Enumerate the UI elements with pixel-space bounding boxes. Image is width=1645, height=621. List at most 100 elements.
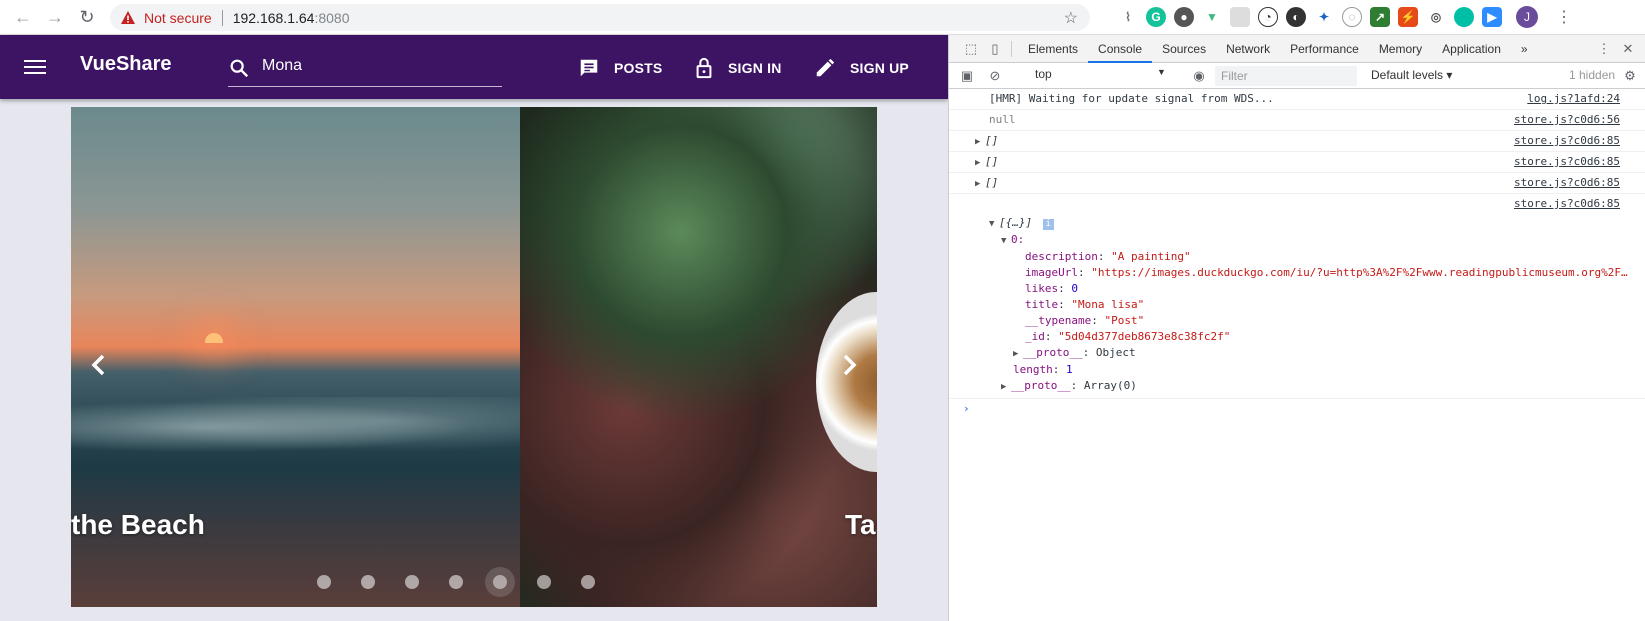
gear-icon[interactable]: ⚙ (1620, 66, 1640, 86)
search-input[interactable] (262, 57, 492, 75)
browser-toolbar: ← → ↻ Not secure 192.168.1.64:8080 ☆ ⌇ G… (0, 0, 1645, 35)
object-index[interactable]: ▼ 0: (949, 232, 1645, 249)
log-levels-dropdown[interactable]: Default levels ▾ (1371, 68, 1452, 82)
grammarly-icon[interactable]: G (1146, 7, 1166, 27)
devtools-menu-icon[interactable]: ⋮ (1594, 39, 1614, 59)
extension-icon[interactable]: ◎ (1426, 7, 1446, 27)
prop-value: 1 (1066, 363, 1073, 376)
console-line[interactable]: ▶[] store.js?c0d6:85 (949, 131, 1645, 152)
carousel-dot[interactable] (361, 575, 375, 589)
carousel-dot[interactable] (581, 575, 595, 589)
source-link[interactable]: log.js?1afd:24 (1527, 89, 1620, 109)
carousel-dot[interactable] (449, 575, 463, 589)
expand-arrow-icon[interactable]: ▶ (975, 174, 985, 194)
carousel-dot-active[interactable] (493, 575, 507, 589)
bookmark-star-icon[interactable]: ☆ (1064, 8, 1078, 28)
prop-value[interactable]: "https://images.duckduckgo.com/iu/?u=htt… (1091, 266, 1627, 279)
forward-icon[interactable]: → (40, 2, 70, 32)
carousel-dot[interactable] (537, 575, 551, 589)
sign-in-link[interactable]: SIGN IN (694, 57, 782, 79)
carousel-dot[interactable] (405, 575, 419, 589)
expand-arrow-icon[interactable]: ▶ (975, 132, 985, 152)
collapse-arrow-icon[interactable]: ▼ (1001, 233, 1011, 249)
app-brand[interactable]: VueShare (80, 53, 172, 76)
info-icon[interactable]: i (1042, 219, 1054, 230)
tab-console[interactable]: Console (1088, 35, 1153, 63)
log-text: [] (985, 155, 999, 168)
zoom-icon[interactable]: ▶ (1482, 7, 1502, 27)
context-selector[interactable]: top (1035, 67, 1165, 81)
extension-icon[interactable]: ✦ (1314, 7, 1334, 27)
expand-arrow-icon[interactable]: ▶ (1013, 346, 1023, 362)
posts-link[interactable]: POSTS (578, 57, 662, 79)
close-icon[interactable]: ✕ (1618, 39, 1638, 59)
vue-devtools-icon[interactable]: ▼ (1202, 7, 1222, 27)
source-link[interactable]: store.js?c0d6:85 (1514, 131, 1620, 151)
source-link[interactable]: store.js?c0d6:85 (1514, 152, 1620, 172)
prop-value: Object (1095, 346, 1136, 359)
extension-icon[interactable]: ◐ (1286, 7, 1306, 27)
device-toolbar-icon[interactable]: ▯ (985, 39, 1005, 59)
source-link[interactable]: store.js?c0d6:85 (1514, 194, 1620, 214)
object-prop: _id: "5d04d377deb8673e8c38fc2f" (1025, 330, 1231, 343)
extension-icon[interactable]: ◔ (1258, 7, 1278, 27)
source-link[interactable]: store.js?c0d6:85 (1514, 173, 1620, 193)
divider (1011, 40, 1012, 57)
menu-icon[interactable] (24, 55, 46, 79)
tab-performance[interactable]: Performance (1280, 35, 1369, 63)
extension-icon[interactable]: ↗ (1370, 7, 1390, 27)
filter-input[interactable]: Filter (1215, 66, 1357, 86)
sign-up-link[interactable]: SIGN UP (814, 57, 909, 79)
app-viewport: VueShare POSTS SIGN IN SIGN UP the Beach… (0, 35, 948, 621)
devtools-panel: ⬚ ▯ Elements Console Sources Network Per… (948, 35, 1645, 621)
tab-application[interactable]: Application (1432, 35, 1511, 63)
carousel-next-button[interactable] (831, 347, 867, 383)
address-bar[interactable]: Not secure 192.168.1.64:8080 ☆ (110, 4, 1090, 31)
log-text: [] (985, 134, 999, 147)
console-prompt[interactable]: › (949, 398, 1645, 420)
reload-icon[interactable]: ↻ (72, 2, 102, 32)
not-secure-label: Not secure (144, 9, 212, 26)
tab-elements[interactable]: Elements (1018, 35, 1088, 63)
expand-arrow-icon[interactable]: ▶ (975, 153, 985, 173)
more-tabs-button[interactable]: » (1511, 35, 1538, 63)
extension-icon[interactable]: ⌇ (1118, 7, 1138, 27)
context-dropdown-icon: ▼ (1157, 67, 1166, 77)
object-header: [{…}] (999, 216, 1033, 229)
tab-sources[interactable]: Sources (1152, 35, 1216, 63)
search-field[interactable] (228, 53, 502, 87)
url-port: :8080 (314, 9, 350, 26)
sidebar-toggle-icon[interactable]: ▣ (957, 66, 977, 86)
console-line: store.js?c0d6:85 (949, 194, 1645, 215)
collapse-arrow-icon[interactable]: ▼ (989, 216, 999, 232)
clear-console-icon[interactable]: ⊘ (985, 66, 1005, 86)
sign-up-label: SIGN UP (850, 60, 909, 76)
console-line[interactable]: ▶[] store.js?c0d6:85 (949, 152, 1645, 173)
carousel-dot[interactable] (317, 575, 331, 589)
back-icon[interactable]: ← (8, 2, 38, 32)
carousel-prev-button[interactable] (81, 347, 117, 383)
extension-icon[interactable] (1230, 7, 1250, 27)
slide-caption-left: the Beach (71, 509, 205, 540)
extension-icon[interactable] (1454, 7, 1474, 27)
prop-key: __typename (1025, 314, 1092, 327)
object-prop: length: 1 (1013, 363, 1073, 376)
object-prop[interactable]: ▶ __proto__: Object (949, 345, 1645, 362)
browser-menu-icon[interactable]: ⋮ (1556, 7, 1572, 27)
prop-value: Array(0) (1083, 379, 1137, 392)
eye-icon[interactable]: ◉ (1189, 66, 1209, 86)
console-line[interactable]: ▶[] store.js?c0d6:85 (949, 173, 1645, 194)
extension-icon[interactable]: ⚡ (1398, 7, 1418, 27)
extensions-bar: ⌇ G ● ▼ ◔ ◐ ✦ ◌ ↗ ⚡ ◎ ▶ J ⋮ (1118, 6, 1572, 28)
expand-arrow-icon[interactable]: ▶ (1001, 379, 1011, 395)
inspect-element-icon[interactable]: ⬚ (961, 39, 981, 59)
tab-memory[interactable]: Memory (1369, 35, 1432, 63)
source-link[interactable]: store.js?c0d6:56 (1514, 110, 1620, 130)
profile-avatar[interactable]: J (1516, 6, 1538, 28)
tab-network[interactable]: Network (1216, 35, 1280, 63)
object-prop: likes: 0 (1025, 282, 1078, 295)
object-tree[interactable]: ▼ [{…}] i (949, 215, 1645, 232)
extension-icon[interactable]: ● (1174, 7, 1194, 27)
extension-icon[interactable]: ◌ (1342, 7, 1362, 27)
object-prop[interactable]: ▶ __proto__: Array(0) (949, 378, 1645, 395)
